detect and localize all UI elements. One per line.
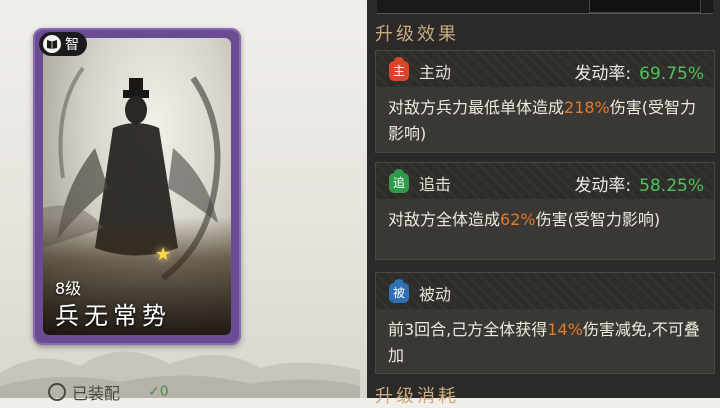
skill-detail-panel[interactable]: 升级效果 主 主动 发动率: 69.75% 对敌方兵力最低单体造成218%伤害(受… [367,0,720,407]
effect-passive: 被 被动 前3回合,己方全体获得14%伤害减免,不可叠加 [375,272,715,374]
trigger-rate-value: 58.25% [639,176,704,196]
section-title-upgrade-cost: 升级消耗 [375,386,459,407]
effect-description: 前3回合,己方全体获得14%伤害减免,不可叠加 [388,317,706,369]
effect-tag: 被 [389,283,409,303]
effect-tag: 追 [389,173,409,193]
effect-description: 对敌方兵力最低单体造成218%伤害(受智力影响) [388,95,706,147]
card-type-badge: 智 [39,32,87,56]
trigger-rate-label: 发动率: [574,64,632,84]
desc-text: 对敌方全体造成 [388,210,501,229]
equip-status-label: 已装配 [72,384,121,403]
effect-header: 被 被动 [376,273,714,309]
effect-type-label: 主动 [419,63,452,82]
effect-type-label: 追击 [419,175,452,194]
skill-card[interactable]: 智 ★ 8级 兵无常势 [33,28,241,345]
active-skill-icon: 主 [387,57,411,81]
book-icon [43,35,61,53]
desc-text: 前3回合,己方全体获得 [388,320,548,339]
effect-pursuit: 追 追击 发动率: 58.25% 对敌方全体造成62%伤害(受智力影响) [375,162,715,260]
equip-icon [48,383,66,401]
desc-highlight-value: 218% [564,98,610,117]
trigger-rate: 发动率: 58.25% [574,171,704,196]
effect-description: 对敌方全体造成62%伤害(受智力影响) [388,207,706,233]
panel-top-bar [377,0,713,14]
section-title-upgrade-effect: 升级效果 [375,24,459,45]
top-resource-box [589,0,701,13]
effect-active: 主 主动 发动率: 69.75% 对敌方兵力最低单体造成218%伤害(受智力影响) [375,50,715,153]
desc-highlight-value: 62% [500,210,536,229]
card-name: 兵无常势 [55,302,171,330]
star-icon: ★ [155,244,172,265]
trigger-rate: 发动率: 69.75% [574,59,704,84]
trigger-rate-label: 发动率: [574,176,632,196]
pursuit-skill-icon: 追 [387,169,411,193]
desc-highlight-value: 14% [547,320,583,339]
trigger-rate-value: 69.75% [639,64,704,84]
equip-status-row: 已装配 ✓0 [48,382,169,403]
desc-text: 伤害(受智力影响) [535,210,661,229]
effect-header: 主 主动 发动率: 69.75% [376,51,714,87]
effect-tag: 主 [389,61,409,81]
effect-header: 追 追击 发动率: 58.25% [376,163,714,199]
card-type-label: 智 [65,37,79,53]
desc-text: 对敌方兵力最低单体造成 [388,98,565,117]
passive-skill-icon: 被 [387,279,411,303]
effect-type-label: 被动 [419,285,452,304]
